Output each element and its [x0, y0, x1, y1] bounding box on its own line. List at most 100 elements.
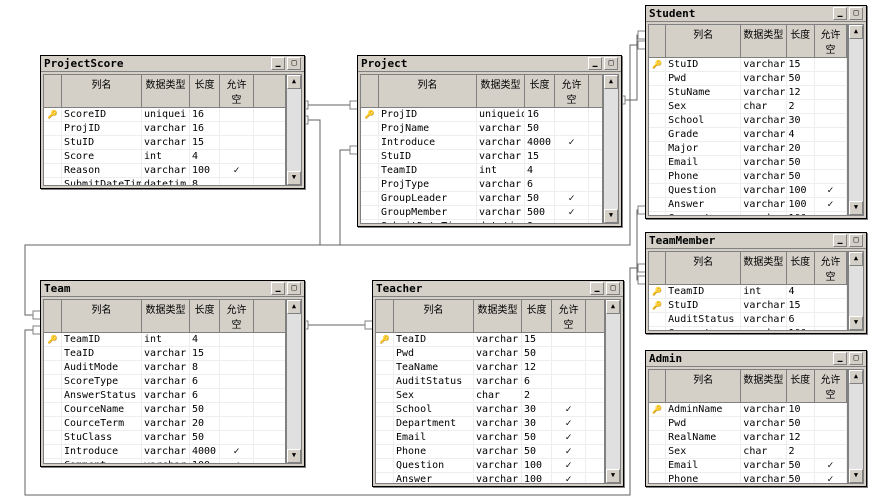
column-row[interactable]: Pwdvarchar50: [649, 417, 847, 431]
table-Project[interactable]: Project▁□列名数据类型长度允许空ProjIDuniqueid16Proj…: [357, 55, 622, 227]
column-row[interactable]: Sexchar2: [649, 100, 847, 114]
table-Team[interactable]: Team▁□列名数据类型长度允许空TeamIDint4TeaIDvarchar1…: [40, 280, 305, 467]
scrollbar[interactable]: ▲▼: [603, 74, 619, 224]
scroll-up-icon[interactable]: ▲: [849, 252, 863, 266]
column-row[interactable]: SubmitDateTimedatetim8: [44, 178, 285, 186]
column-row[interactable]: GroupLeadervarchar50✓: [361, 192, 602, 206]
scroll-down-icon[interactable]: ▼: [606, 469, 620, 483]
scroll-down-icon[interactable]: ▼: [849, 201, 863, 215]
column-row[interactable]: AuditModevarchar8: [44, 361, 285, 375]
scroll-up-icon[interactable]: ▲: [849, 370, 863, 384]
column-row[interactable]: Schoolvarchar30✓: [376, 403, 604, 417]
column-row[interactable]: StuIDvarchar15: [649, 58, 847, 72]
table-Student[interactable]: Student▁□列名数据类型长度允许空StuIDvarchar15Pwdvar…: [645, 5, 867, 219]
table-titlebar[interactable]: TeamMember▁□: [646, 233, 866, 249]
scroll-down-icon[interactable]: ▼: [287, 449, 301, 463]
maximize-icon[interactable]: □: [287, 57, 301, 70]
column-row[interactable]: StuIDvarchar15: [361, 150, 602, 164]
column-row[interactable]: Reasonvarchar100✓: [44, 164, 285, 178]
minimize-icon[interactable]: ▁: [590, 282, 604, 295]
column-row[interactable]: Pwdvarchar50: [649, 72, 847, 86]
column-row[interactable]: Introducevarchar4000✓: [44, 445, 285, 459]
column-row[interactable]: TeamIDint4: [44, 333, 285, 347]
column-row[interactable]: Phonevarchar50✓: [649, 473, 847, 484]
column-row[interactable]: Departmentvarchar30✓: [376, 417, 604, 431]
table-titlebar[interactable]: ProjectScore▁□: [41, 56, 304, 72]
column-row[interactable]: Pwdvarchar50: [376, 347, 604, 361]
scroll-down-icon[interactable]: ▼: [849, 316, 863, 330]
scroll-up-icon[interactable]: ▲: [287, 300, 301, 314]
minimize-icon[interactable]: ▁: [271, 57, 285, 70]
column-row[interactable]: StuClassvarchar50: [44, 431, 285, 445]
maximize-icon[interactable]: □: [287, 282, 301, 295]
scrollbar[interactable]: ▲▼: [848, 24, 864, 216]
column-row[interactable]: TeaNamevarchar12: [376, 361, 604, 375]
scrollbar[interactable]: ▲▼: [848, 251, 864, 331]
column-row[interactable]: Commentvarchar100✓: [649, 212, 847, 216]
scroll-down-icon[interactable]: ▼: [604, 209, 618, 223]
scroll-down-icon[interactable]: ▼: [849, 469, 863, 483]
column-row[interactable]: CourceNamevarchar50: [44, 403, 285, 417]
column-row[interactable]: Commentvarchar100✓: [649, 327, 847, 331]
column-row[interactable]: AuditStatusvarchar6: [376, 375, 604, 389]
scroll-track[interactable]: [849, 266, 863, 316]
table-titlebar[interactable]: Project▁□: [358, 56, 621, 72]
scroll-up-icon[interactable]: ▲: [606, 300, 620, 314]
scroll-up-icon[interactable]: ▲: [287, 75, 301, 89]
column-row[interactable]: Emailvarchar50✓: [649, 459, 847, 473]
column-row[interactable]: Sexchar2: [376, 389, 604, 403]
maximize-icon[interactable]: □: [606, 282, 620, 295]
column-row[interactable]: Phonevarchar50✓: [376, 445, 604, 459]
column-row[interactable]: TeamIDint4: [361, 164, 602, 178]
column-row[interactable]: Emailvarchar50: [649, 156, 847, 170]
maximize-icon[interactable]: □: [849, 352, 863, 365]
table-titlebar[interactable]: Teacher▁□: [373, 281, 623, 297]
column-row[interactable]: ProjIDuniqueid16: [361, 108, 602, 122]
column-row[interactable]: AdminNamevarchar10: [649, 403, 847, 417]
scroll-up-icon[interactable]: ▲: [849, 25, 863, 39]
column-row[interactable]: Questionvarchar100✓: [649, 184, 847, 198]
column-row[interactable]: Emailvarchar50✓: [376, 431, 604, 445]
column-row[interactable]: GroupMembervarchar500✓: [361, 206, 602, 220]
table-titlebar[interactable]: Team▁□: [41, 281, 304, 297]
maximize-icon[interactable]: □: [849, 234, 863, 247]
column-row[interactable]: Introducevarchar4000✓: [361, 136, 602, 150]
scroll-track[interactable]: [287, 89, 301, 171]
minimize-icon[interactable]: ▁: [833, 234, 847, 247]
maximize-icon[interactable]: □: [604, 57, 618, 70]
column-row[interactable]: Commentvarchar100✓: [44, 459, 285, 464]
scroll-track[interactable]: [606, 314, 620, 469]
column-row[interactable]: ProjIDvarchar16: [44, 122, 285, 136]
minimize-icon[interactable]: ▁: [271, 282, 285, 295]
column-row[interactable]: CourceTermvarchar20: [44, 417, 285, 431]
scroll-up-icon[interactable]: ▲: [604, 75, 618, 89]
scroll-down-icon[interactable]: ▼: [287, 171, 301, 185]
column-row[interactable]: ProjTypevarchar6: [361, 178, 602, 192]
scrollbar[interactable]: ▲▼: [286, 74, 302, 186]
scrollbar[interactable]: ▲▼: [286, 299, 302, 464]
column-row[interactable]: Answervarchar100✓: [376, 473, 604, 484]
minimize-icon[interactable]: ▁: [833, 7, 847, 20]
column-row[interactable]: StuNamevarchar12: [649, 86, 847, 100]
column-row[interactable]: ProjNamevarchar50: [361, 122, 602, 136]
minimize-icon[interactable]: ▁: [833, 352, 847, 365]
column-row[interactable]: StuIDvarchar15: [44, 136, 285, 150]
scroll-track[interactable]: [604, 89, 618, 209]
maximize-icon[interactable]: □: [849, 7, 863, 20]
column-row[interactable]: ScoreIDuniquei16: [44, 108, 285, 122]
column-row[interactable]: ScoreTypevarchar6: [44, 375, 285, 389]
column-row[interactable]: Gradevarchar4: [649, 128, 847, 142]
column-row[interactable]: Phonevarchar50: [649, 170, 847, 184]
column-row[interactable]: TeaIDvarchar15: [376, 333, 604, 347]
column-row[interactable]: RealNamevarchar12: [649, 431, 847, 445]
column-row[interactable]: TeamIDint4: [649, 285, 847, 299]
scroll-track[interactable]: [849, 384, 863, 469]
column-row[interactable]: Scoreint4: [44, 150, 285, 164]
column-row[interactable]: AnswerStatusvarchar6: [44, 389, 285, 403]
scroll-track[interactable]: [287, 314, 301, 449]
table-ProjectScore[interactable]: ProjectScore▁□列名数据类型长度允许空ScoreIDuniquei1…: [40, 55, 305, 189]
column-row[interactable]: Majorvarchar20: [649, 142, 847, 156]
column-row[interactable]: Sexchar2: [649, 445, 847, 459]
column-row[interactable]: TeaIDvarchar15: [44, 347, 285, 361]
table-Admin[interactable]: Admin▁□列名数据类型长度允许空AdminNamevarchar10Pwdv…: [645, 350, 867, 487]
